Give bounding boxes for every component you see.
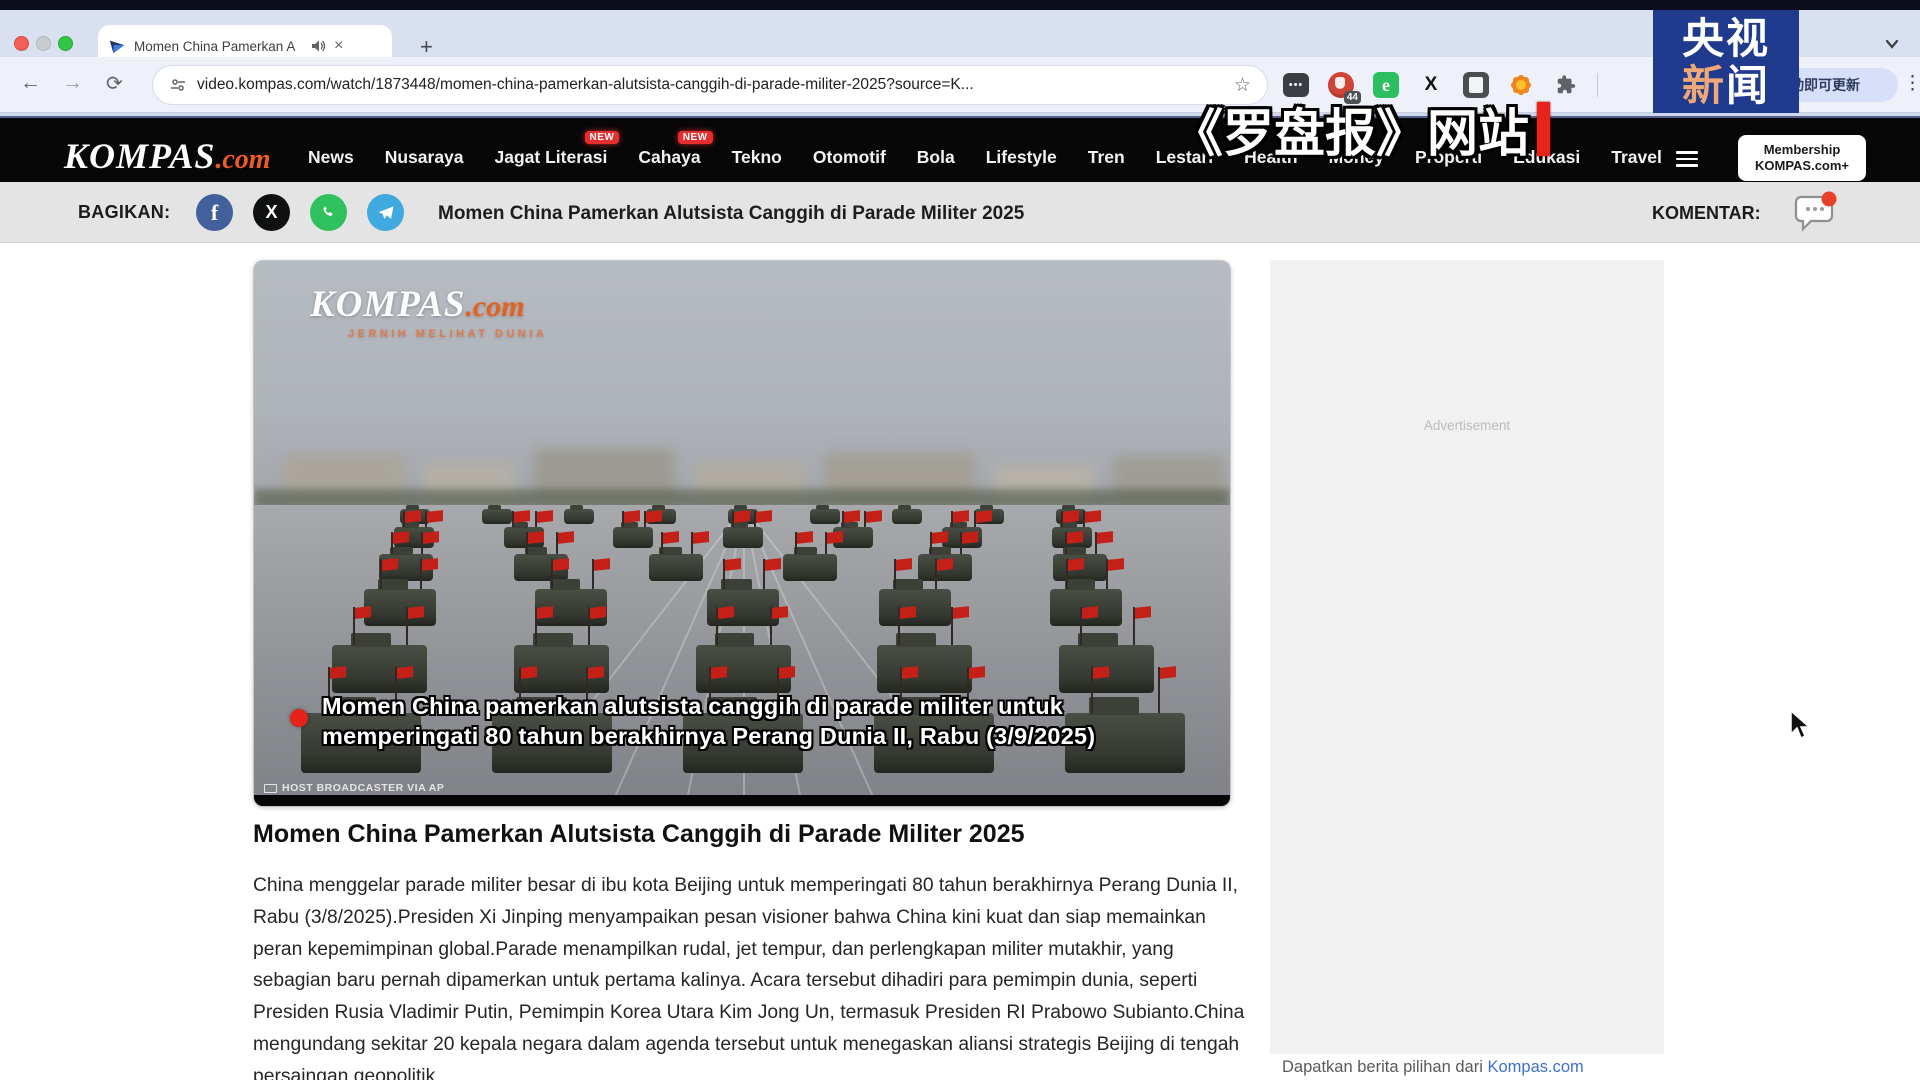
video-watermark-suffix: .com [465, 290, 524, 323]
share-bar: BAGIKAN: f X Momen China Pamerkan Alutsi… [0, 182, 1920, 243]
video-caption-line1: Momen China pamerkan alutsista canggih d… [322, 691, 1095, 721]
toolbar-separator [1597, 73, 1598, 97]
membership-line2: KOMPAS.com+ [1755, 158, 1849, 174]
article-title: Momen China Pamerkan Alutsista Canggih d… [253, 820, 1231, 849]
tab-search-chevron-icon[interactable] [1882, 34, 1902, 54]
whatsapp-share-icon[interactable] [310, 194, 347, 231]
article-body: China menggelar parade militer besar di … [253, 870, 1249, 1080]
reload-button[interactable]: ⟳ [106, 71, 123, 96]
broadcaster-logo-icon [264, 784, 277, 793]
tab-close-icon[interactable]: × [334, 38, 343, 54]
share-bar-title: Momen China Pamerkan Alutsista Canggih d… [438, 203, 1024, 225]
video-watermark-tagline: JERNIH MELIHAT DUNIA [348, 328, 547, 340]
nav-item-bola[interactable]: Bola [917, 147, 955, 168]
video-credit: HOST BROADCASTER VIA AP [264, 782, 444, 794]
extensions-puzzle-icon[interactable] [1552, 71, 1580, 99]
kompas-logo[interactable]: KOMPAS.com [64, 135, 271, 177]
video-letterbox-strip [0, 0, 1920, 10]
advertisement-label: Advertisement [1270, 418, 1664, 433]
chinese-subtitle-text: 《罗盘报》网站 [1172, 92, 1529, 166]
site-settings-tune-icon[interactable] [169, 76, 187, 94]
share-icons: f X [196, 194, 404, 231]
comment-bubble-icon[interactable] [1793, 191, 1837, 233]
address-bar[interactable]: video.kompas.com/watch/1873448/momen-chi… [152, 65, 1268, 105]
url-text[interactable]: video.kompas.com/watch/1873448/momen-chi… [197, 76, 1224, 94]
new-badge: NEW [585, 131, 620, 144]
nav-item-cahaya[interactable]: CahayaNEW [638, 147, 700, 168]
nav-item-lifestyle[interactable]: Lifestyle [986, 147, 1057, 168]
sidebar-footer: Dapatkan berita pilihan dari Kompas.com [1282, 1058, 1584, 1077]
nav-item-tekno[interactable]: Tekno [732, 147, 782, 168]
nav-item-otomotif[interactable]: Otomotif [813, 147, 886, 168]
video-watermark: KOMPAS.com JERNIH MELIHAT DUNIA [310, 283, 547, 340]
nav-item-jagat-literasi[interactable]: Jagat LiterasiNEW [495, 147, 608, 168]
tab-audio-icon[interactable] [310, 38, 326, 54]
macos-close-button[interactable] [14, 36, 29, 51]
cctv-news-logo: 央视 新闻 [1653, 10, 1799, 113]
macos-zoom-button[interactable] [58, 36, 73, 51]
cctv-logo-line2: 新闻 [1682, 62, 1770, 109]
new-badge: NEW [678, 131, 713, 144]
caption-red-dot [290, 709, 308, 727]
facebook-share-icon[interactable]: f [196, 194, 233, 231]
browser-toolbar: ← → ⟳ video.kompas.com/watch/1873448/mom… [0, 57, 1920, 113]
video-player-bar[interactable] [254, 795, 1230, 806]
nav-item-travel[interactable]: Travel [1611, 147, 1662, 168]
share-label: BAGIKAN: [78, 202, 170, 223]
browser-menu-icon[interactable]: ⋮ [1903, 72, 1920, 95]
video-player[interactable]: KOMPAS.com JERNIH MELIHAT DUNIA Momen Ch… [253, 260, 1231, 807]
nav-item-news[interactable]: News [308, 147, 354, 168]
kompas-logo-suffix: .com [215, 144, 270, 175]
back-button[interactable]: ← [20, 71, 41, 95]
video-watermark-main: KOMPAS [310, 284, 465, 325]
kompas-logo-main: KOMPAS [64, 136, 215, 176]
advertisement-slot: Advertisement [1270, 260, 1664, 1054]
video-caption: Momen China pamerkan alutsista canggih d… [322, 691, 1095, 751]
forward-button[interactable]: → [62, 71, 83, 95]
macos-minimize-button[interactable] [36, 36, 51, 51]
kompas-navbar: KOMPAS.com News Nusaraya Jagat LiterasiNEW… [0, 113, 1920, 182]
membership-line1: Membership [1764, 142, 1841, 158]
nav-item-nusaraya[interactable]: Nusaraya [385, 147, 464, 168]
sidebar-footer-link[interactable]: Kompas.com [1487, 1058, 1583, 1076]
cctv-logo-line1: 央视 [1682, 15, 1770, 62]
subtitle-red-cursor [1537, 102, 1550, 156]
comments-label: KOMENTAR: [1652, 203, 1761, 224]
browser-tabstrip: Momen China Pamerkan A × + [0, 10, 1920, 57]
tab-title: Momen China Pamerkan A [134, 39, 302, 54]
video-credit-text: HOST BROADCASTER VIA AP [282, 782, 444, 794]
chinese-subtitle-overlay: 《罗盘报》网站 [1172, 92, 1550, 166]
tab-favicon [108, 37, 126, 55]
hamburger-menu-icon[interactable] [1676, 151, 1698, 171]
sidebar-footer-text: Dapatkan berita pilihan dari [1282, 1058, 1487, 1076]
membership-button[interactable]: Membership KOMPAS.com+ [1738, 135, 1866, 181]
video-caption-line2: memperingati 80 tahun berakhirnya Perang… [322, 721, 1095, 751]
nav-item-tren[interactable]: Tren [1088, 147, 1125, 168]
telegram-share-icon[interactable] [367, 194, 404, 231]
x-share-icon[interactable]: X [253, 194, 290, 231]
mouse-cursor [1790, 710, 1812, 740]
screen: Momen China Pamerkan A × + ← → ⟳ video.k… [0, 0, 1920, 1080]
